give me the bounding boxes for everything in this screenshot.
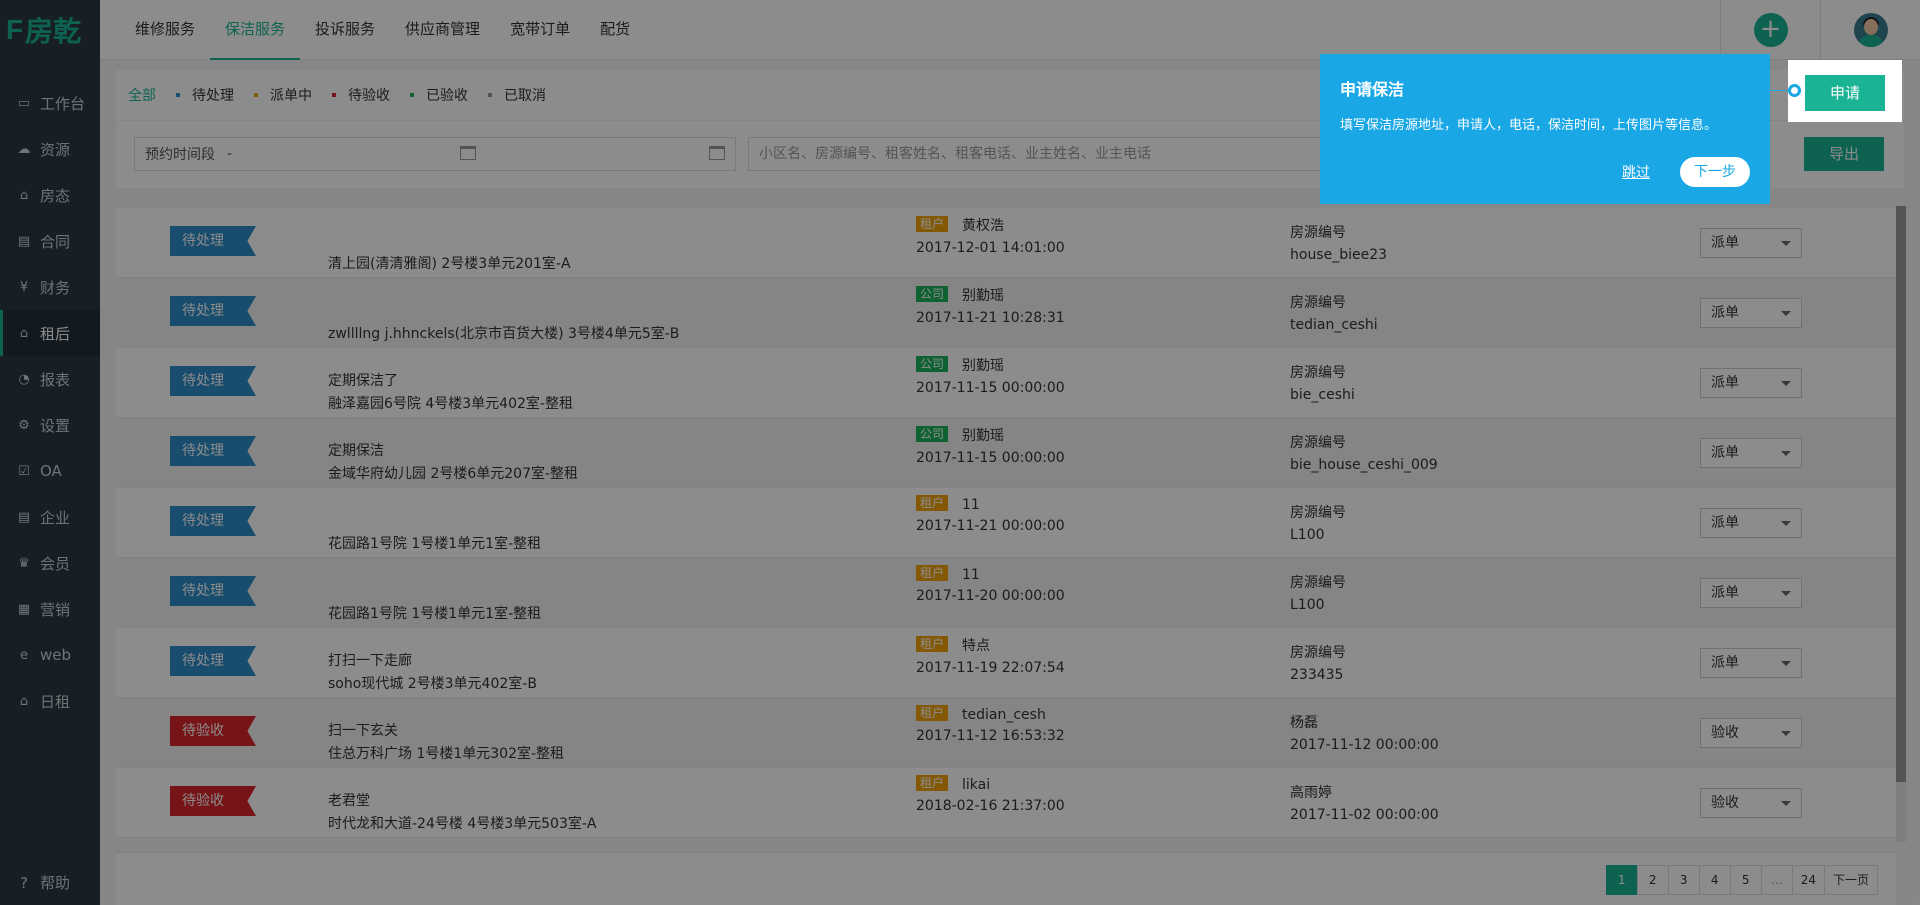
tour-skip-link[interactable]: 跳过 [1622, 162, 1650, 182]
apply-button[interactable]: 申请 [1805, 75, 1885, 111]
tour-title: 申请保洁 [1340, 80, 1405, 99]
tour-next-button[interactable]: 下一步 [1680, 157, 1750, 187]
tour-anchor-dot [1788, 84, 1801, 97]
tour-popover: 申请保洁 填写保洁房源地址，申请人，电话，保洁时间，上传图片等信息。 跳过 下一… [1320, 54, 1770, 204]
tour-text: 填写保洁房源地址，申请人，电话，保洁时间，上传图片等信息。 [1340, 118, 1718, 133]
